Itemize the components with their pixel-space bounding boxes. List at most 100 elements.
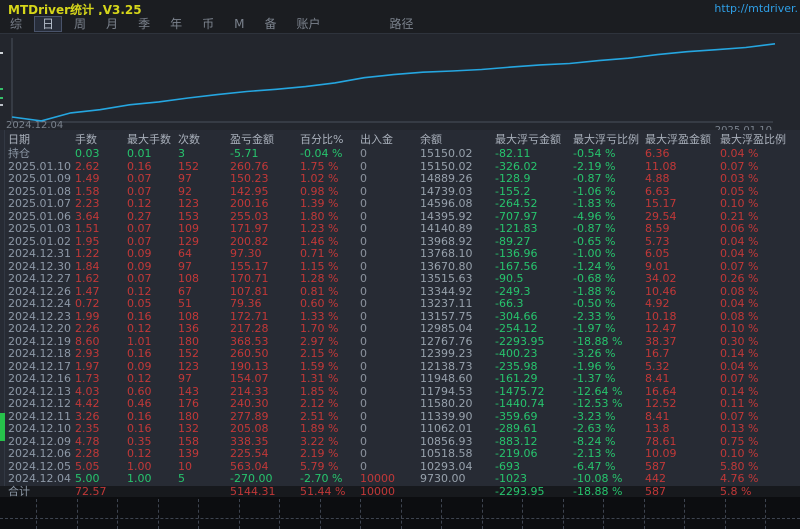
column-header-max_float_loss_pct[interactable]: 最大浮亏比例 [573,133,639,147]
cell-pl_amount: 79.36 [230,298,262,311]
cell-max_lots: 0.12 [127,448,152,461]
cell-max_float_profit: 13.8 [645,423,670,436]
cell-max_float_loss_pct: -0.50 % [573,298,615,311]
cell-balance: 12985.04 [420,323,473,336]
cell-max_float_loss_pct: -1.37 % [573,373,615,386]
cell-lots: 1.73 [75,373,100,386]
menu-item-0[interactable]: 综 [3,17,29,31]
grid-v-line [725,499,726,529]
column-header-date[interactable]: 日期 [8,133,30,147]
table-row[interactable]: 2024.12.045.001.005-270.00-2.70 %1000097… [0,473,800,486]
table-row[interactable]: 2025.01.091.490.0797150.231.02 %014889.2… [0,173,800,186]
table-row[interactable]: 2024.12.171.970.09123190.131.59 %012138.… [0,361,800,374]
grid-v-line [441,499,442,529]
table-row[interactable]: 2025.01.031.510.07109171.971.23 %014140.… [0,223,800,236]
table-row[interactable]: 2025.01.102.620.16152260.761.75 %015150.… [0,161,800,174]
menubar-items: 综日周月季年币M备账户 [0,17,331,31]
table-row[interactable]: 2024.12.055.051.0010563.045.79 %010293.0… [0,461,800,474]
cell-count: 97 [178,173,192,186]
cell-lots: 2.26 [75,323,100,336]
menu-item-path[interactable]: 路径 [383,17,421,31]
menu-item-9[interactable]: 账户 [289,17,327,31]
table-row[interactable]: 2024.12.261.470.1267107.810.81 %013344.9… [0,286,800,299]
cell-lots: 1.51 [75,223,100,236]
table-row[interactable]: 2024.12.062.280.12139225.542.19 %010518.… [0,448,800,461]
menu-bar: 综日周月季年币M备账户 路径 [0,15,800,33]
cell-balance: 14889.26 [420,173,473,186]
cell-max_lots: 0.16 [127,423,152,436]
cell-pl_amount: -270.00 [230,473,272,486]
cell-pl_pct: 0.60 % [300,298,338,311]
table-row[interactable]: 2025.01.021.950.07129200.821.46 %013968.… [0,236,800,249]
cell-balance: 15150.02 [420,148,473,161]
table-header-row: 日期 手数 最大手数次数 盈亏金额 百分比% 出入金 余额 最大浮亏金额最大浮亏比例最大浮盈金… [0,133,800,147]
menu-item-2[interactable]: 周 [67,17,93,31]
cell-count: 3 [178,148,185,161]
menu-item-3[interactable]: 月 [99,17,125,31]
grid-v-line [36,499,37,529]
table-row[interactable]: 2024.12.124.420.46176240.302.12 %011580.… [0,398,800,411]
cell-lots: 72.57 [75,486,107,498]
menu-item-8[interactable]: 备 [257,17,283,31]
column-header-in_out[interactable]: 出入金 [360,133,393,147]
cell-max_float_profit: 16.7 [645,348,670,361]
column-header-lots[interactable]: 手数 [75,133,97,147]
cell-max_float_loss_pct: -3.26 % [573,348,615,361]
left-scrollbar-marker[interactable] [0,413,5,441]
cell-max_float_loss: -66.3 [495,298,523,311]
menu-item-1[interactable]: 日 [35,17,61,31]
cell-lots: 2.23 [75,198,100,211]
menu-item-7[interactable]: M [227,17,251,31]
cell-max_float_loss: -2293.95 [495,486,544,498]
cell-max_float_loss_pct: -1.00 % [573,248,615,261]
grid-v-line [522,499,523,529]
table-row[interactable]: 2024.12.182.930.16152260.502.15 %012399.… [0,348,800,361]
table-row[interactable]: 2024.12.271.620.07108170.711.28 %013515.… [0,273,800,286]
table-row[interactable]: 2024.12.134.030.60143214.331.85 %011794.… [0,386,800,399]
table-row[interactable]: 2024.12.231.990.16108172.711.33 %013157.… [0,311,800,324]
table-row[interactable]: 2024.12.094.780.35158338.353.22 %010856.… [0,436,800,449]
cell-max_float_profit: 12.52 [645,398,677,411]
cell-max_lots: 0.01 [127,148,152,161]
column-header-pl_pct[interactable]: 百分比% [300,133,343,147]
cell-in_out: 0 [360,348,367,361]
table-row[interactable]: 持仓0.030.013-5.71-0.04 %015150.02-82.11-0… [0,148,800,161]
column-header-max_float_profit[interactable]: 最大浮盈金额 [645,133,711,147]
menu-item-6[interactable]: 币 [195,17,221,31]
cell-max_lots: 0.12 [127,198,152,211]
website-link[interactable]: http://mtdriver. [714,2,798,15]
table-row[interactable]: 2024.12.102.350.16132205.081.89 %011062.… [0,423,800,436]
table-row[interactable]: 2024.12.161.730.1297154.071.31 %011948.6… [0,373,800,386]
cell-max_float_profit: 587 [645,486,666,498]
cell-max_lots: 0.07 [127,273,152,286]
grid-v-line [644,499,645,529]
table-row[interactable]: 2024.12.113.260.16180277.892.51 %011339.… [0,411,800,424]
table-row[interactable]: 2025.01.063.640.27153255.031.80 %014395.… [0,211,800,224]
column-header-pl_amount[interactable]: 盈亏金额 [230,133,274,147]
table-row-total[interactable]: 合计72.575144.3151.44 %10000-2293.95-18.88… [0,486,800,498]
cell-max_float_profit: 6.36 [645,148,670,161]
column-header-max_lots[interactable]: 最大手数 [127,133,171,147]
cell-balance: 13515.63 [420,273,473,286]
cell-lots: 2.93 [75,348,100,361]
equity-chart [0,34,800,131]
table-row[interactable]: 2024.12.240.720.055179.360.60 %013237.11… [0,298,800,311]
table-row[interactable]: 2025.01.072.230.12123200.161.39 %014596.… [0,198,800,211]
cell-pl_amount: 5144.31 [230,486,276,498]
cell-pl_amount: 217.28 [230,323,269,336]
table-row[interactable]: 2024.12.202.260.12136217.281.70 %012985.… [0,323,800,336]
column-header-max_float_profit_pct[interactable]: 最大浮盈比例 [720,133,786,147]
column-header-max_float_loss[interactable]: 最大浮亏金额 [495,133,561,147]
cell-max_float_loss_pct: -0.54 % [573,148,615,161]
cell-max_float_loss: -1023 [495,473,527,486]
column-header-count[interactable]: 次数 [178,133,200,147]
menu-item-5[interactable]: 年 [163,17,189,31]
table-row[interactable]: 2024.12.301.840.0997155.171.15 %013670.8… [0,261,800,274]
table-row[interactable]: 2024.12.198.601.01180368.532.97 %012767.… [0,336,800,349]
column-header-balance[interactable]: 余额 [420,133,442,147]
cell-max_float_profit_pct: 0.04 % [720,148,758,161]
cell-date: 2024.12.10 [8,423,71,436]
table-row[interactable]: 2025.01.081.580.0792142.950.98 %014739.0… [0,186,800,199]
table-row[interactable]: 2024.12.311.220.096497.300.71 %013768.10… [0,248,800,261]
menu-item-4[interactable]: 季 [131,17,157,31]
